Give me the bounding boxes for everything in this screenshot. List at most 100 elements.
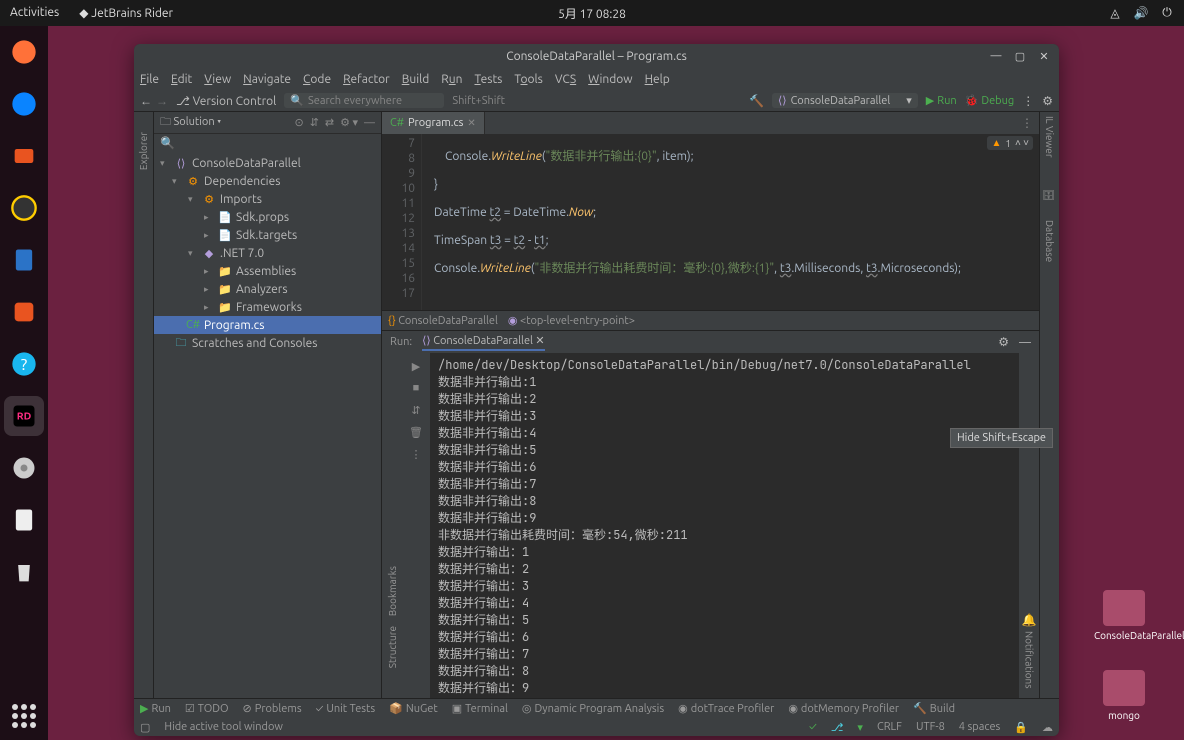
bookmarks-tab[interactable]: Bookmarks <box>387 566 398 616</box>
dock-firefox[interactable] <box>4 32 44 72</box>
sidebar-settings-icon[interactable]: ⚙ ▾ <box>340 116 358 129</box>
tab-program-cs[interactable]: C#Program.cs✕ <box>382 112 485 134</box>
vcs-button[interactable]: ⎇ Version Control <box>176 94 276 108</box>
network-icon[interactable]: ◬ <box>1108 6 1122 20</box>
minimize-button[interactable]: — <box>985 47 1007 65</box>
dock-help[interactable]: ? <box>4 344 44 384</box>
bottom-terminal[interactable]: ▣ Terminal <box>452 702 508 715</box>
dock-disc[interactable] <box>4 448 44 488</box>
desktop-folder-project[interactable]: ConsoleDataParallel <box>1094 590 1154 641</box>
status-indent[interactable]: 4 spaces <box>959 721 1001 733</box>
dock-writer[interactable] <box>4 240 44 280</box>
search-everywhere[interactable]: 🔍 Search everywhere <box>284 93 444 108</box>
menu-navigate[interactable]: Navigate <box>243 73 291 86</box>
tree-imports[interactable]: ▾⚙Imports <box>154 190 381 208</box>
breadcrumb-namespace[interactable]: {} ConsoleDataParallel <box>388 315 498 327</box>
collapse-icon[interactable]: ⇄ <box>325 116 334 129</box>
status-ok-icon[interactable]: ✓ <box>809 721 817 733</box>
menu-run[interactable]: Run <box>441 73 462 86</box>
dock-rhythmbox[interactable] <box>4 188 44 228</box>
run-output[interactable]: /home/dev/Desktop/ConsoleDataParallel/bi… <box>430 353 1019 698</box>
topbar-app[interactable]: ◆ JetBrains Rider <box>79 6 173 20</box>
menu-vcs[interactable]: VCS <box>555 73 576 86</box>
menu-edit[interactable]: Edit <box>171 73 192 86</box>
run-config-selector[interactable]: ⟨⟩ConsoleDataParallel ▾ <box>772 93 918 108</box>
tree-program-cs[interactable]: C#Program.cs <box>154 316 381 334</box>
menu-refactor[interactable]: Refactor <box>343 73 390 86</box>
menu-code[interactable]: Code <box>303 73 331 86</box>
dock-software[interactable] <box>4 292 44 332</box>
explorer-tab[interactable]: Explorer <box>138 132 149 170</box>
nav-forward-icon[interactable]: → <box>156 94 168 108</box>
run-more-icon[interactable]: ⋮ <box>406 445 426 463</box>
layout-icon[interactable]: ⇵ <box>406 401 426 419</box>
sidebar-hide-icon[interactable]: — <box>364 117 375 129</box>
tree-sdktargets[interactable]: ▸📄Sdk.targets <box>154 226 381 244</box>
notifications-icon[interactable]: 🔔 <box>1022 613 1037 627</box>
menu-file[interactable]: File <box>140 73 159 86</box>
bottom-build[interactable]: 🔨 Build <box>913 702 955 715</box>
tree-scratches[interactable]: 🗀Scratches and Consoles <box>154 334 381 352</box>
structure-tab[interactable]: Structure <box>387 626 398 668</box>
bottom-dpa[interactable]: ◎ Dynamic Program Analysis <box>522 702 664 715</box>
menu-tests[interactable]: Tests <box>475 73 503 86</box>
expand-icon[interactable]: ⇵ <box>310 116 319 129</box>
tree-solution[interactable]: ▾⟨⟩ConsoleDataParallel <box>154 154 381 172</box>
rerun-icon[interactable]: ▶ <box>406 357 426 375</box>
menu-help[interactable]: Help <box>645 73 670 86</box>
tree-dependencies[interactable]: ▾⚙Dependencies <box>154 172 381 190</box>
settings-icon[interactable]: ⚙ <box>1042 94 1053 108</box>
sidebar-search-icon[interactable]: 🔍 <box>160 137 175 150</box>
dock-files[interactable] <box>4 136 44 176</box>
status-progress-icon[interactable]: ▾ <box>857 721 863 734</box>
dock-thunderbird[interactable] <box>4 84 44 124</box>
ilviewer-tab[interactable]: IL Viewer <box>1044 116 1055 158</box>
maximize-button[interactable]: ▢ <box>1009 47 1031 65</box>
apps-button[interactable] <box>8 700 40 732</box>
status-branch-icon[interactable]: ⎇ <box>831 721 844 734</box>
code-editor[interactable]: 7891011121314151617 Console.WriteLine("数… <box>382 134 1039 310</box>
bottom-nuget[interactable]: 📦 NuGet <box>389 702 438 715</box>
dock-textedit[interactable] <box>4 500 44 540</box>
status-lock-icon[interactable]: 🔒 <box>1014 721 1028 734</box>
locate-icon[interactable]: ⊙ <box>294 116 303 129</box>
debug-button[interactable]: 🐞 Debug <box>965 94 1015 107</box>
volume-icon[interactable]: 🔊 <box>1134 6 1148 20</box>
status-sync-icon[interactable]: ☁ <box>1042 721 1053 734</box>
activities-button[interactable]: Activities <box>10 6 59 20</box>
tab-more-icon[interactable]: ⋮ <box>1021 116 1039 130</box>
bottom-todo[interactable]: ☑ TODO <box>185 702 229 715</box>
tab-close-icon[interactable]: ✕ <box>467 117 475 129</box>
menu-view[interactable]: View <box>204 73 231 86</box>
menu-window[interactable]: Window <box>588 73 632 86</box>
bottom-run[interactable]: ▶Run <box>140 702 171 715</box>
build-icon[interactable]: 🔨 <box>749 94 764 108</box>
status-encoding[interactable]: UTF-8 <box>916 721 945 733</box>
tree-analyzers[interactable]: ▸📁Analyzers <box>154 280 381 298</box>
close-button[interactable]: ✕ <box>1033 47 1055 65</box>
desktop-folder-mongo[interactable]: mongo <box>1094 670 1154 721</box>
topbar-datetime[interactable]: 5月 17 08:28 <box>558 5 626 22</box>
tree-assemblies[interactable]: ▸📁Assemblies <box>154 262 381 280</box>
clear-icon[interactable]: 🗑 <box>406 423 426 441</box>
menu-build[interactable]: Build <box>402 73 430 86</box>
bottom-unittests[interactable]: ✓ Unit Tests <box>316 703 376 715</box>
code-body[interactable]: Console.WriteLine("数据非并行输出:{0}", item); … <box>422 134 1039 310</box>
tree-frameworks[interactable]: ▸📁Frameworks <box>154 298 381 316</box>
database-tab[interactable]: Database <box>1044 220 1055 262</box>
bottom-problems[interactable]: ⊘ Problems <box>243 702 302 715</box>
dock-rider[interactable]: RD <box>4 396 44 436</box>
notifications-tab[interactable]: Notifications <box>1024 631 1035 689</box>
bottom-dottrace[interactable]: ◉ dotTrace Profiler <box>678 702 774 715</box>
run-hide-icon[interactable]: — <box>1019 336 1031 349</box>
nav-back-icon[interactable]: ← <box>140 94 152 108</box>
stop-icon[interactable]: ■ <box>406 379 426 397</box>
inspection-badge[interactable]: ▲1 ˄ ˅ <box>987 136 1033 150</box>
more-icon[interactable]: ⋮ <box>1022 94 1034 108</box>
dock-trash[interactable] <box>4 552 44 592</box>
menu-tools[interactable]: Tools <box>514 73 543 86</box>
run-settings-icon[interactable]: ⚙ <box>998 335 1009 349</box>
status-crlf[interactable]: CRLF <box>877 721 902 733</box>
tree-net7[interactable]: ▾◆.NET 7.0 <box>154 244 381 262</box>
bottom-dotmemory[interactable]: ◉ dotMemory Profiler <box>788 702 899 715</box>
